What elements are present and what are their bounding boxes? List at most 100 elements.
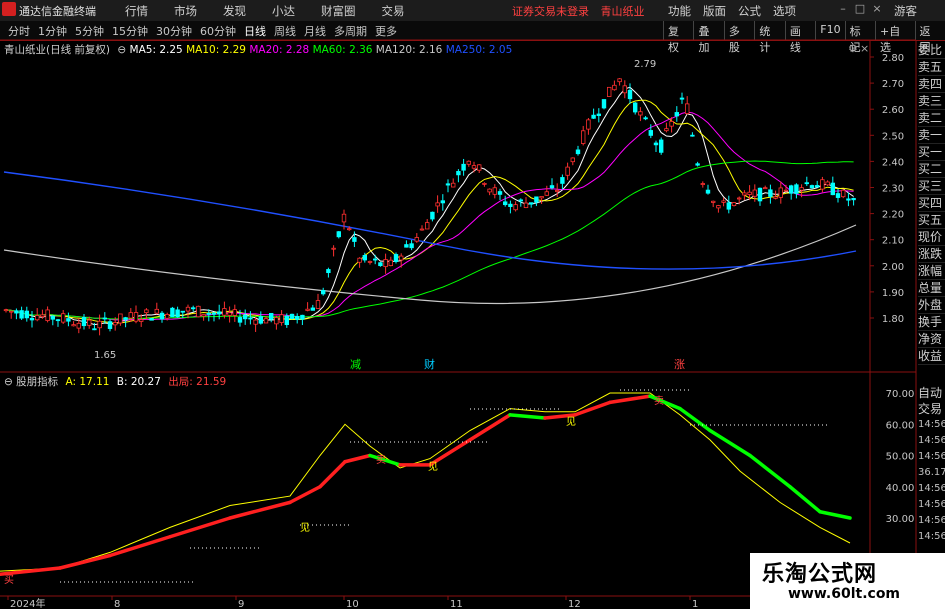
candle-body xyxy=(690,134,695,137)
time-row: 14:56 xyxy=(918,515,945,526)
candle-body xyxy=(575,149,581,155)
indicator-b-value: B: 20.27 xyxy=(116,376,161,388)
candle-body xyxy=(752,189,757,197)
y-tick-label: 2.80 xyxy=(882,53,904,64)
candle-body xyxy=(398,255,404,261)
candle-body xyxy=(92,328,97,331)
candle-body xyxy=(45,309,50,321)
indicator-name[interactable]: 股朋指标 xyxy=(16,376,58,388)
candle-body xyxy=(731,202,737,206)
event-marker: 减 xyxy=(350,358,361,371)
candle-body xyxy=(107,321,113,329)
time-row: 14:56 xyxy=(918,435,945,446)
quote-label: 现价 xyxy=(918,229,945,246)
candle-body xyxy=(185,306,191,312)
candle-body xyxy=(149,318,154,321)
chart-stock-label: 青山纸业(日线 前复权) xyxy=(4,44,111,56)
candle-body xyxy=(721,200,726,203)
candle-body xyxy=(815,185,820,188)
candle-body xyxy=(331,247,336,250)
candle-body xyxy=(471,165,477,169)
candle-body xyxy=(133,312,139,322)
signal-label: 见 xyxy=(428,461,438,473)
quote-label: 买四 xyxy=(918,195,945,212)
signal-label: 买 xyxy=(4,574,14,586)
y-tick-label: 2.40 xyxy=(882,157,904,168)
candle-body xyxy=(685,103,690,114)
candle-body xyxy=(627,89,633,100)
indicator-y-tick-label: 50.00 xyxy=(886,452,915,463)
candle-body xyxy=(555,190,560,192)
indicator-y-tick-label: 70.00 xyxy=(886,389,915,400)
candle-body xyxy=(523,202,529,209)
quote-label: 买五 xyxy=(918,212,945,229)
watermark-url: www.60lt.com xyxy=(788,586,901,602)
candle-body xyxy=(804,182,809,185)
candle-body xyxy=(258,316,263,324)
candle-body xyxy=(476,164,482,171)
ma10-value: MA10 xyxy=(186,44,216,56)
y-tick-label: 2.70 xyxy=(882,79,904,90)
candle-body xyxy=(768,189,773,197)
candle-body xyxy=(222,308,227,316)
time-row: 14:56 xyxy=(918,451,945,462)
candle-body xyxy=(102,317,107,320)
candle-body xyxy=(424,222,430,230)
kline-chart[interactable]: 2.80 2.70 2.60 2.50 2.40 2.30 2.20 2.10 2.00 1.90… xyxy=(0,0,945,609)
candle-body xyxy=(565,166,570,176)
ma10-number: 2.29 xyxy=(222,44,246,56)
candle-body xyxy=(61,313,66,323)
candle-body xyxy=(539,196,544,199)
candle-body xyxy=(440,200,445,204)
time-row: 14:56 xyxy=(918,531,945,542)
candle-body xyxy=(679,97,685,100)
candle-body xyxy=(8,310,14,313)
candle-body xyxy=(518,199,523,202)
trade-label[interactable]: 交易 xyxy=(918,401,945,417)
candle-body xyxy=(830,182,835,196)
candle-body xyxy=(248,317,253,320)
candle-body xyxy=(279,314,284,324)
candle-body xyxy=(393,254,399,262)
auto-label[interactable]: 自动 xyxy=(918,385,945,401)
candle-body xyxy=(492,187,497,195)
indicator-toggle-icon[interactable]: ⊖ xyxy=(4,376,13,388)
y-tick-label: 1.80 xyxy=(882,314,904,325)
candle-body xyxy=(643,117,648,120)
candle-body xyxy=(726,202,731,210)
candle-body xyxy=(180,310,185,313)
candle-body xyxy=(450,182,456,188)
candle-body xyxy=(87,319,92,326)
ma250-line xyxy=(3,171,857,270)
candle-body xyxy=(794,184,799,194)
indicator-b-line xyxy=(0,392,851,572)
candle-body xyxy=(570,157,575,163)
main-chart-legend: 青山纸业(日线 前复权) ⊖ MA5: 2.25 MA10: 2.29 MA20… xyxy=(4,44,513,56)
ma20-number: 2.28 xyxy=(285,44,310,56)
candle-body xyxy=(757,187,763,202)
settings-icon[interactable]: ⚙ xyxy=(848,42,858,55)
candle-body xyxy=(669,121,674,127)
candle-body xyxy=(404,244,409,248)
indicator-a-segment xyxy=(608,394,652,405)
candle-body xyxy=(851,198,856,201)
ma-toggle-icon[interactable]: ⊖ xyxy=(117,44,126,56)
candle-body xyxy=(414,237,419,242)
candle-body xyxy=(242,314,248,320)
candle-body xyxy=(284,315,289,325)
candle-body xyxy=(237,317,243,323)
candle-body xyxy=(362,254,367,261)
candle-body xyxy=(201,314,206,317)
high-price-label: 2.79 xyxy=(634,59,656,70)
ma250-value: MA250 xyxy=(445,44,483,56)
candle-body xyxy=(482,182,487,185)
time-row: 36.17 xyxy=(918,467,945,478)
ma120-number: 2.16 xyxy=(418,44,443,56)
close-panel-icon[interactable]: × xyxy=(860,42,869,55)
indicator-a-segment xyxy=(708,428,752,458)
candle-body xyxy=(357,257,362,263)
indicator-y-tick-label: 40.00 xyxy=(886,483,915,494)
candle-body xyxy=(170,307,175,318)
candle-body xyxy=(289,313,295,319)
y-tick-label: 2.20 xyxy=(882,210,904,221)
